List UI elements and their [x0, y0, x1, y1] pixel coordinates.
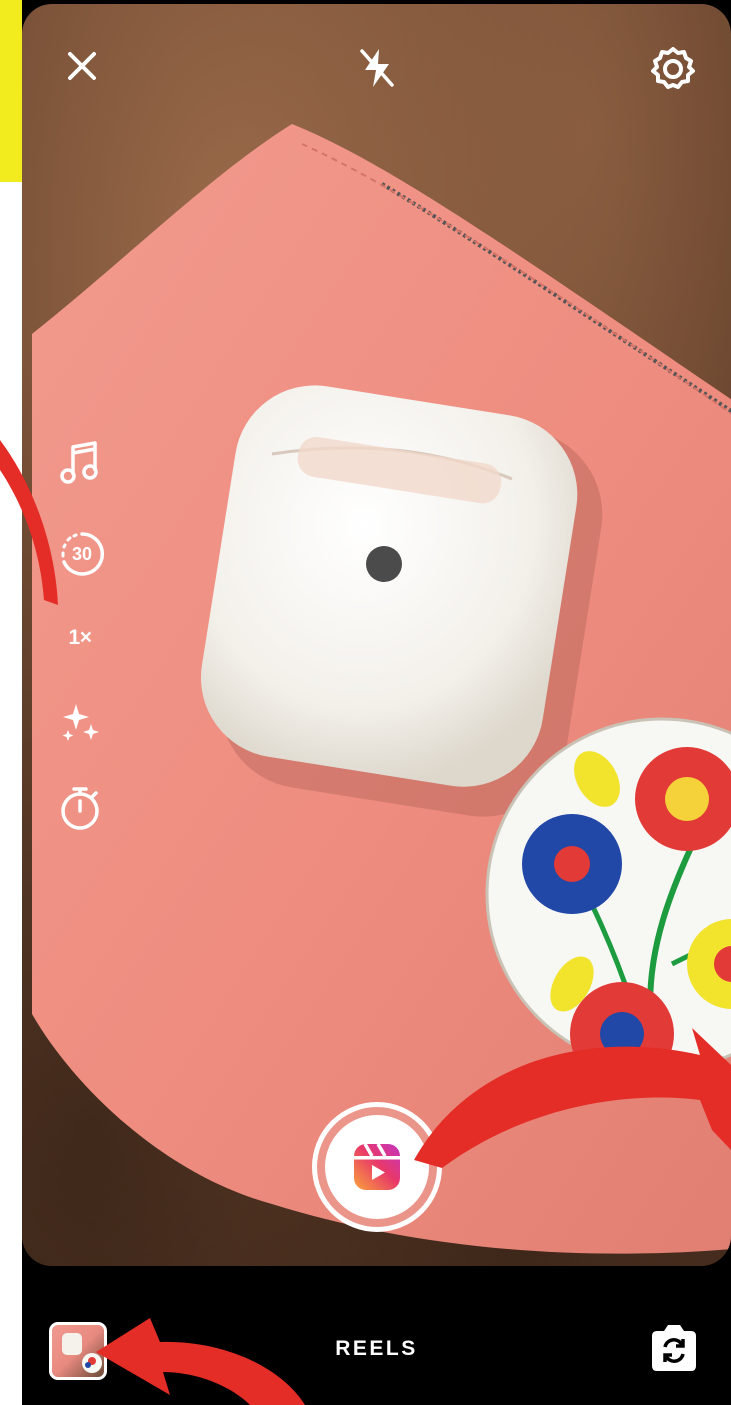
- highlight-marker: [0, 0, 22, 182]
- flip-camera-icon[interactable]: [646, 1322, 702, 1374]
- speed-control[interactable]: 1×: [58, 616, 102, 660]
- length-value: 30: [71, 543, 93, 564]
- close-icon[interactable]: [60, 44, 104, 88]
- reels-shutter-icon: [354, 1143, 400, 1190]
- mode-label-reels[interactable]: REELS: [22, 1337, 731, 1361]
- music-note-icon[interactable]: [58, 440, 102, 484]
- flash-off-icon[interactable]: [354, 44, 400, 92]
- reels-camera-screen: 30 1× REELS: [22, 0, 731, 1405]
- camera-viewfinder: 30 1×: [22, 4, 731, 1266]
- settings-gear-icon[interactable]: [648, 44, 698, 94]
- stopwatch-icon[interactable]: [58, 786, 102, 830]
- sparkles-icon[interactable]: [58, 700, 102, 744]
- record-button[interactable]: [312, 1102, 442, 1232]
- camera-preview-image: [32, 124, 731, 1254]
- length-30-icon[interactable]: 30: [58, 530, 106, 578]
